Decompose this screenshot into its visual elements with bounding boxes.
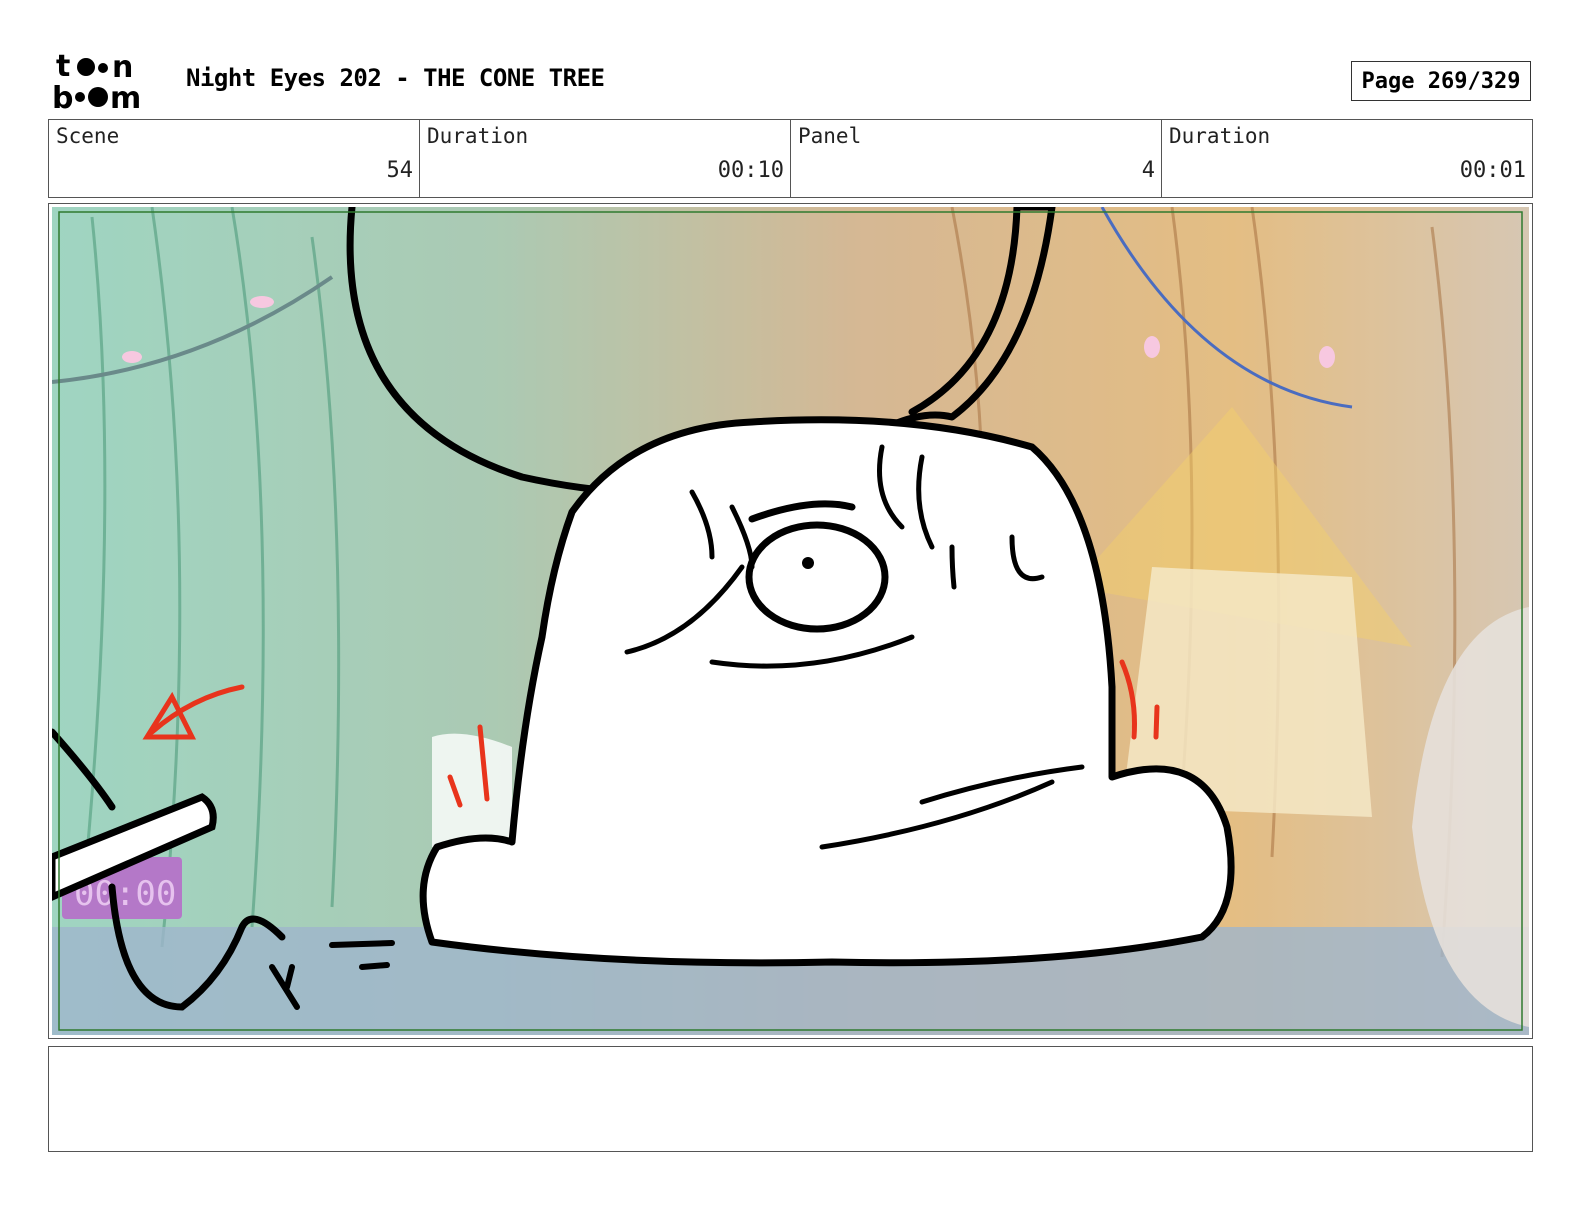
scene-duration-value: 00:10 — [717, 158, 784, 183]
page-indicator: Page 269/329 — [1351, 61, 1531, 101]
scene-cell: Scene 54 — [49, 120, 420, 197]
panel-drawing: 00:00 — [52, 207, 1529, 1035]
storyboard-panel: 00:00 — [48, 203, 1533, 1039]
panel-notes — [48, 1046, 1533, 1152]
panel-duration-cell: Duration 00:01 — [1162, 120, 1532, 197]
scene-info-bar: Scene 54 Duration 00:10 Panel 4 Duration… — [48, 119, 1533, 198]
panel-cell: Panel 4 — [791, 120, 1162, 197]
toonboom-logo: t n b m — [52, 50, 141, 112]
scene-duration-label: Duration — [427, 124, 529, 148]
panel-duration-label: Duration — [1169, 124, 1271, 148]
panel-label: Panel — [798, 124, 862, 148]
scene-label: Scene — [56, 124, 120, 148]
scene-duration-cell: Duration 00:10 — [420, 120, 791, 197]
scene-value: 54 — [386, 158, 414, 183]
svg-text:m: m — [110, 81, 141, 112]
panel-duration-value: 00:01 — [1459, 158, 1526, 183]
svg-text:t: t — [56, 50, 70, 84]
svg-text:n: n — [112, 50, 133, 85]
panel-value: 4 — [1141, 158, 1155, 183]
storyboard-title: Night Eyes 202 - THE CONE TREE — [186, 64, 605, 92]
svg-text:b: b — [52, 81, 73, 112]
